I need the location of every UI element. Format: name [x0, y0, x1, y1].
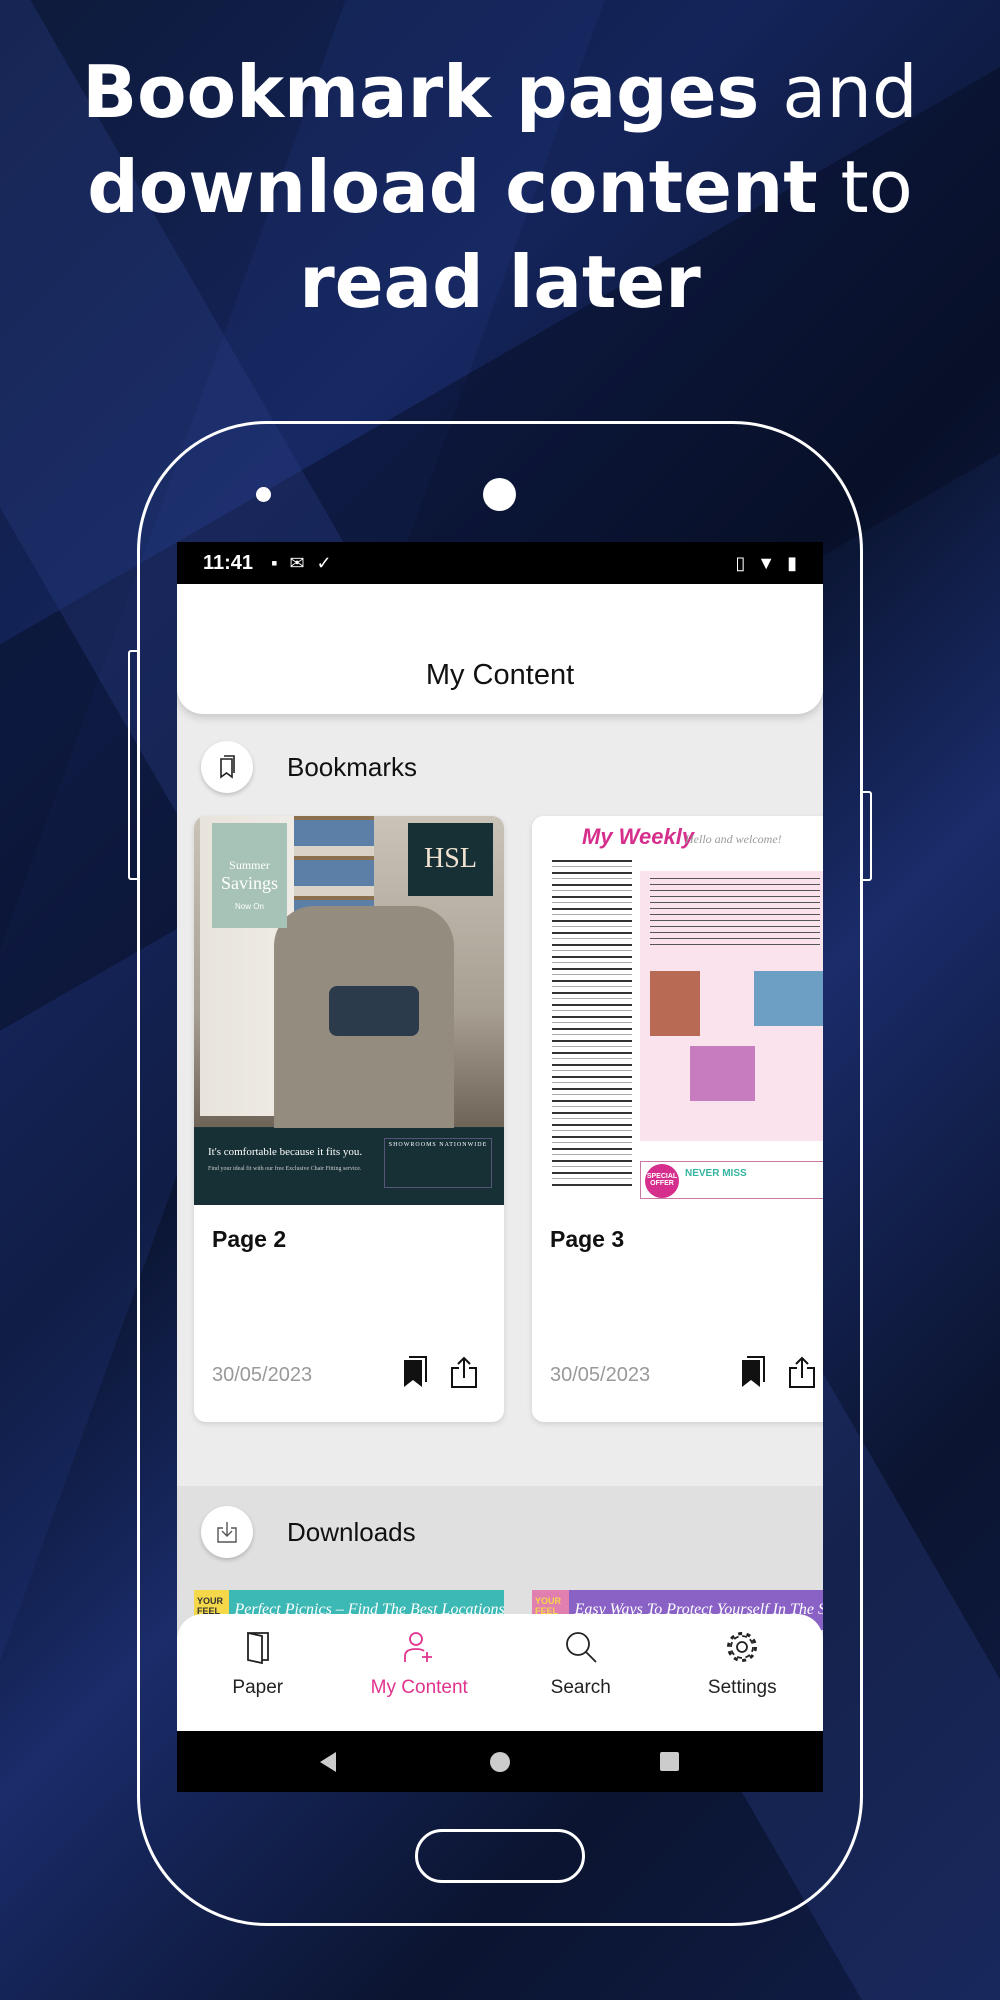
search-icon: [565, 1632, 597, 1663]
status-bar: 11:41 ▪ ✉ ✓ ▯ ▼ ▮: [177, 542, 823, 584]
power-button: [863, 791, 872, 881]
bookmark-card[interactable]: Summer Savings Now On HSL It's comfortab…: [194, 816, 504, 1422]
bookmark-filled-icon[interactable]: [402, 1356, 428, 1388]
card-date: 30/05/2023: [550, 1364, 651, 1386]
person-add-icon: [404, 1632, 433, 1662]
page-thumbnail[interactable]: Summer Savings Now On HSL It's comfortab…: [194, 816, 504, 1205]
card-date: 30/05/2023: [212, 1364, 313, 1386]
app-header: My Content: [177, 584, 823, 714]
share-icon[interactable]: [450, 1356, 478, 1388]
recents-icon[interactable]: [660, 1752, 679, 1771]
card-title: Page 3: [550, 1226, 625, 1252]
bookmark-filled-icon[interactable]: [740, 1356, 766, 1388]
camera-dot: [483, 478, 516, 511]
home-icon[interactable]: [490, 1752, 510, 1772]
gear-icon: [727, 1632, 758, 1662]
downloads-label: Downloads: [287, 1516, 416, 1547]
nav-search[interactable]: Search: [500, 1614, 662, 1731]
check-icon: ✓: [316, 552, 332, 573]
wifi-icon: ▼: [757, 552, 776, 573]
sensor-dot: [256, 487, 271, 502]
nav-paper[interactable]: Paper: [177, 1614, 339, 1731]
home-button: [415, 1829, 585, 1883]
app-screen: 11:41 ▪ ✉ ✓ ▯ ▼ ▮ My Content Bookmarks S…: [177, 542, 823, 1792]
card-title: Page 2: [212, 1226, 287, 1252]
vibrate-icon: ▯: [735, 552, 746, 573]
headline: Bookmark pages and download content to r…: [82, 50, 918, 324]
bookmarks-section-header: Bookmarks: [177, 722, 823, 812]
download-icon: [201, 1506, 253, 1558]
nav-settings[interactable]: Settings: [662, 1614, 824, 1731]
bookmark-card[interactable]: My Weekly Hello and welcome! SPECIAL OFF…: [532, 816, 823, 1422]
battery-icon: ▮: [787, 552, 797, 573]
page-title: My Content: [425, 659, 575, 691]
nav-my-content[interactable]: My Content: [339, 1614, 501, 1731]
image-icon: ▪: [271, 552, 278, 573]
downloads-section-header: Downloads: [177, 1487, 823, 1577]
status-time: 11:41: [203, 551, 254, 574]
bookmarks-label: Bookmarks: [287, 751, 418, 782]
book-icon: [246, 1631, 269, 1665]
gmail-icon: ✉: [289, 552, 305, 573]
system-nav-bar: [177, 1731, 823, 1792]
volume-button: [128, 650, 137, 880]
bottom-nav: Paper My Content Search Settings: [177, 1614, 823, 1731]
bookmarks-icon: [201, 741, 253, 793]
share-icon[interactable]: [788, 1356, 816, 1388]
page-thumbnail[interactable]: My Weekly Hello and welcome! SPECIAL OFF…: [532, 816, 823, 1205]
back-icon[interactable]: [318, 1751, 338, 1773]
